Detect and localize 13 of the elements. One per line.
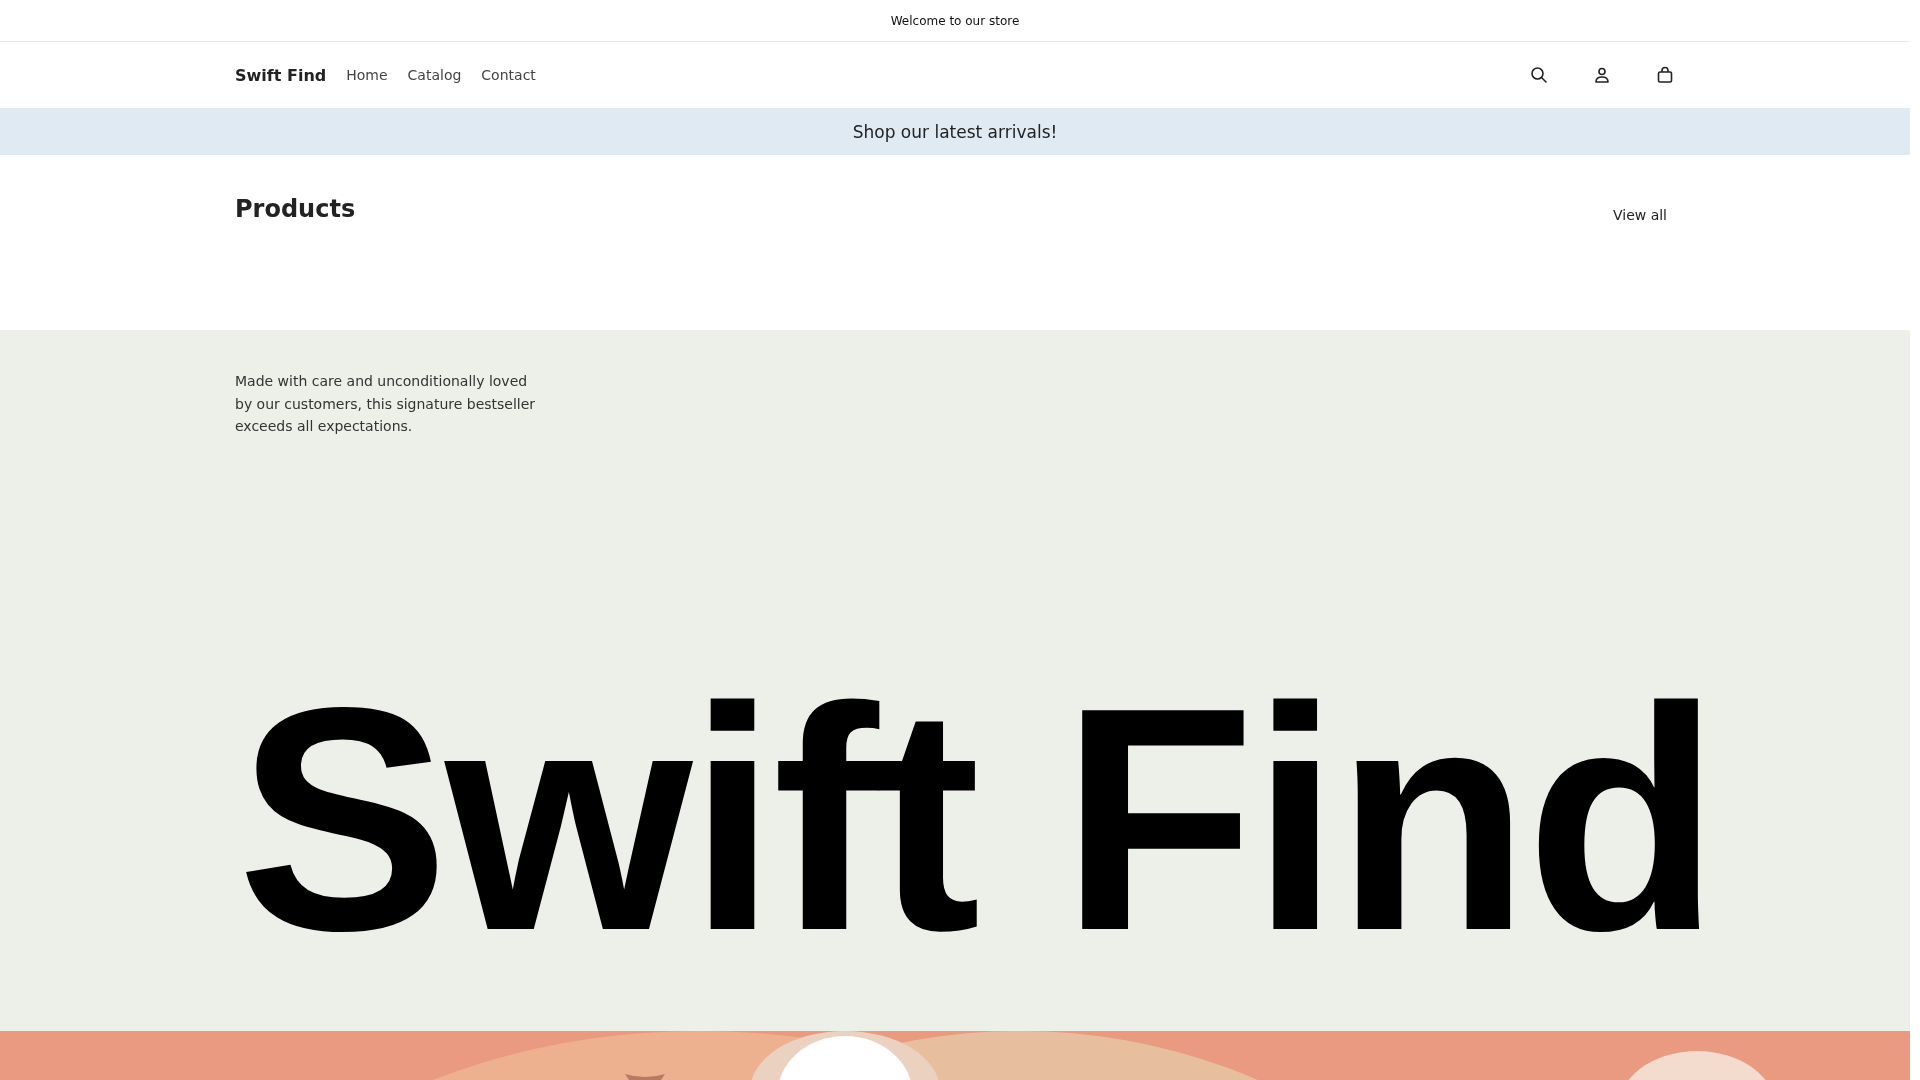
banner-text: Shop our latest arrivals! bbox=[852, 122, 1058, 142]
store-logo[interactable]: Swift Find bbox=[235, 65, 327, 85]
account-icon[interactable] bbox=[1592, 65, 1612, 85]
feature-text: Made with care and unconditionally loved by our customers, this signature bestseller exceeds all expectations. bbox=[235, 372, 537, 436]
feature-headline: Swift Find bbox=[237, 639, 1718, 998]
announcement-text: Welcome to our store bbox=[890, 13, 1020, 28]
search-icon[interactable] bbox=[1529, 65, 1549, 85]
nav-link[interactable]: Contact bbox=[481, 67, 536, 83]
nav-link[interactable]: Catalog bbox=[407, 67, 462, 83]
bag-icon[interactable] bbox=[1655, 65, 1675, 85]
view-all-link[interactable]: View all bbox=[1612, 207, 1667, 223]
section-title: Products bbox=[235, 195, 356, 223]
nav-link[interactable]: Home bbox=[346, 67, 388, 83]
